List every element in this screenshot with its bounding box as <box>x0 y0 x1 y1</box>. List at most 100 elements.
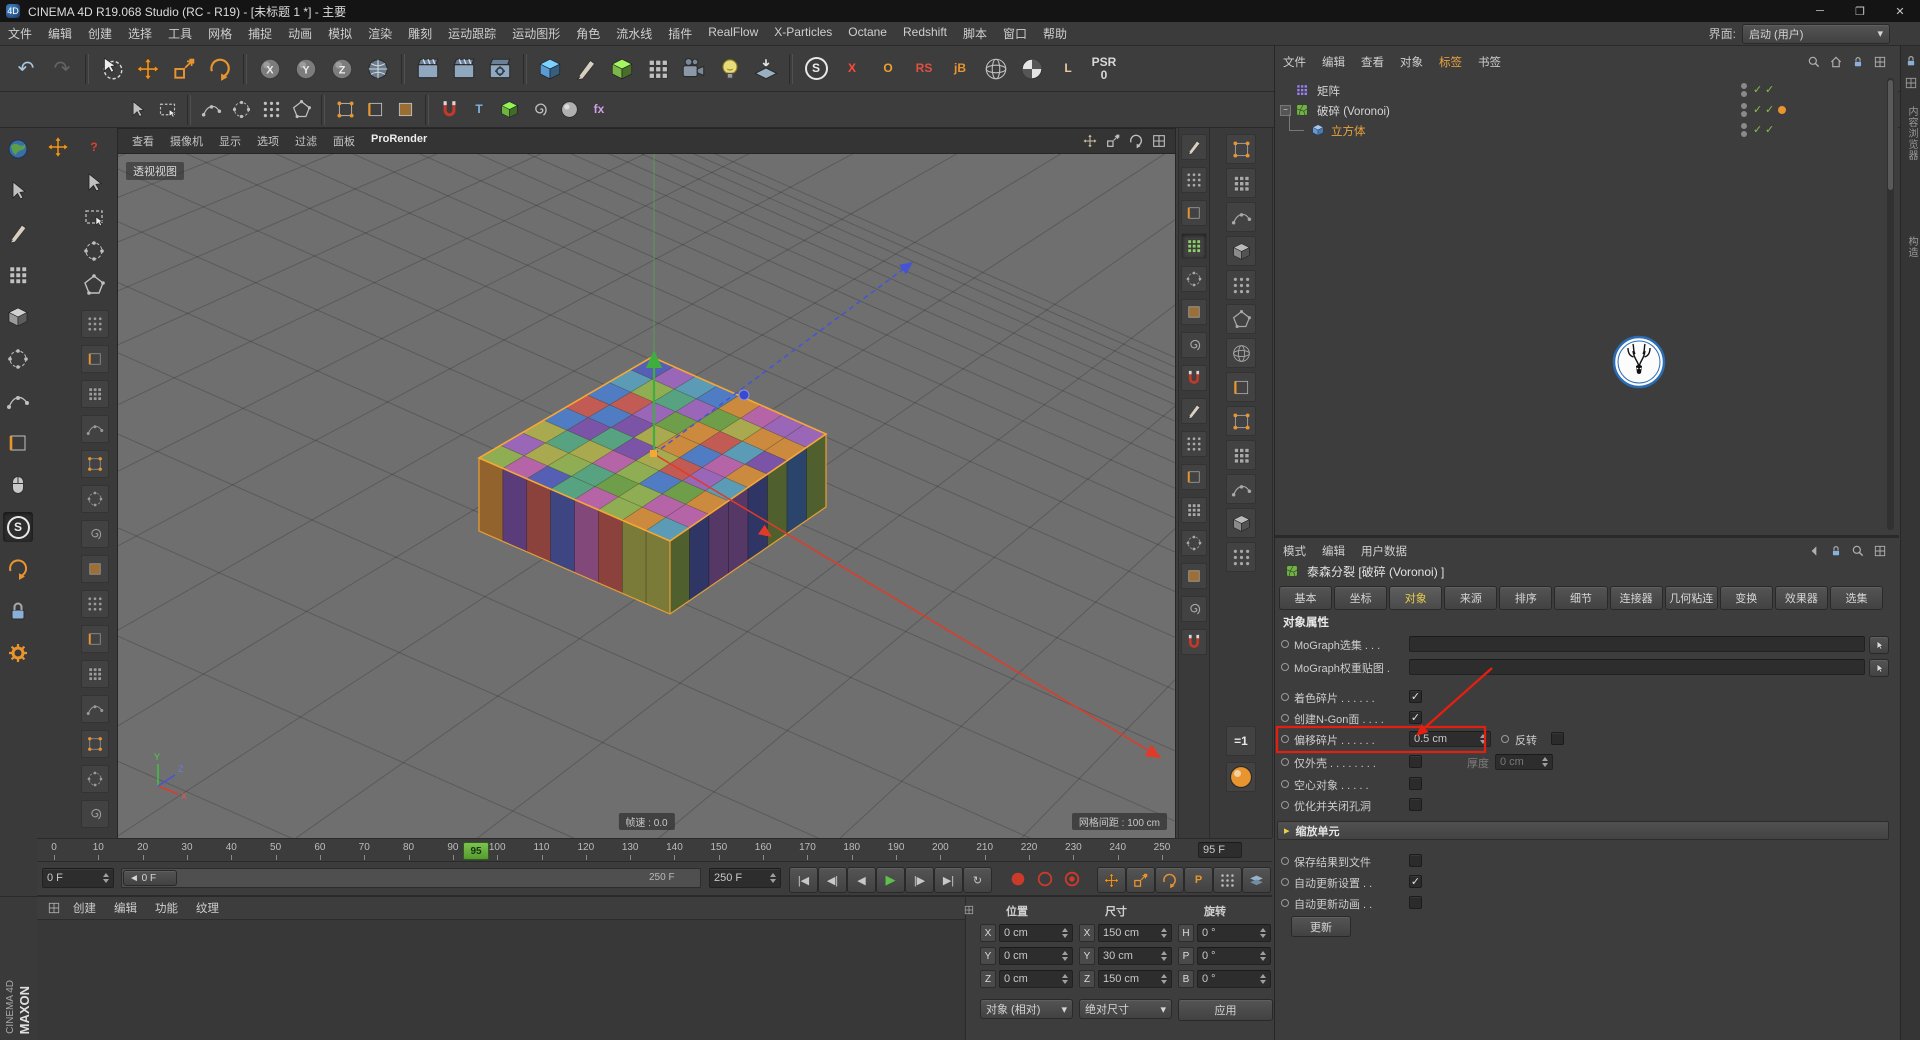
side-strip-icon[interactable] <box>1226 304 1256 334</box>
rotation-b-field[interactable]: 0 ° <box>1197 970 1271 988</box>
keyframe-dot[interactable] <box>1281 878 1289 886</box>
timeline-ruler[interactable]: 0 10 20 30 40 50 60 70 80 90 100 110 120 130 140 150 160… <box>37 838 1272 862</box>
auto-update-anim-checkbox[interactable] <box>1409 896 1422 909</box>
side-strip-icon[interactable] <box>1226 270 1256 300</box>
workplane-cube-icon[interactable] <box>494 95 524 125</box>
vp-zoom-icon[interactable] <box>1103 131 1123 151</box>
menubar-item-14[interactable]: 流水线 <box>608 25 660 42</box>
sketch-icon[interactable]: S <box>798 51 834 87</box>
palette-tile[interactable] <box>81 380 109 408</box>
record-scale-toggle[interactable] <box>1126 867 1155 893</box>
om-menu-item-5[interactable]: 书签 <box>1470 54 1509 70</box>
coords-size-select[interactable]: 绝对尺寸 ▾ <box>1079 999 1172 1019</box>
side-strip-icon[interactable] <box>1226 542 1256 572</box>
palette-tile[interactable] <box>81 415 109 443</box>
keyframe-dot[interactable] <box>1281 780 1289 788</box>
side-strip-icon[interactable] <box>1226 474 1256 504</box>
tab-排序[interactable]: 排序 <box>1499 586 1553 610</box>
object-row-voronoi[interactable]: − 破碎 (Voronoi) ✓ ✓ <box>1275 100 1891 120</box>
rotation-h-field[interactable]: 0 ° <box>1197 924 1271 942</box>
position-x-field[interactable]: 0 cm <box>999 924 1073 942</box>
menubar-item-12[interactable]: 运动图形 <box>504 25 568 42</box>
object-row-matrix[interactable]: 矩阵 ✓ ✓ <box>1275 80 1891 100</box>
thickness-field[interactable]: 0 cm <box>1495 754 1553 770</box>
viewport-menu-item-3[interactable]: 选项 <box>249 133 287 149</box>
panel-splitter[interactable] <box>1275 535 1899 538</box>
move-tool-icon[interactable] <box>130 51 166 87</box>
side-strip-icon[interactable] <box>1181 266 1207 292</box>
pointer-icon[interactable] <box>79 168 109 198</box>
object-name[interactable]: 立方体 <box>1331 123 1366 139</box>
palette-tile[interactable] <box>81 450 109 478</box>
dock-tab-1[interactable]: 构造 <box>1904 236 1919 258</box>
size-z-field[interactable]: 150 cm <box>1098 970 1172 988</box>
text-tool-icon[interactable]: T <box>464 95 494 125</box>
side-strip-icon[interactable] <box>1226 338 1256 368</box>
om-scrollbar-thumb[interactable] <box>1888 80 1893 190</box>
start-frame-field[interactable]: 0 F <box>42 868 114 888</box>
save-result-to-file-checkbox[interactable] <box>1409 854 1422 867</box>
range-start-handle[interactable]: ◄ 0 F <box>123 870 177 886</box>
keyframe-dot[interactable] <box>1281 714 1289 722</box>
size-x-field[interactable]: 150 cm <box>1098 924 1172 942</box>
library-icon[interactable]: L <box>1050 51 1086 87</box>
object-name[interactable]: 破碎 (Voronoi) <box>1317 103 1390 119</box>
preview-range-track[interactable] <box>121 868 701 888</box>
size-y-field[interactable]: 30 cm <box>1098 947 1172 965</box>
point-grid-icon[interactable] <box>256 95 286 125</box>
current-frame-marker[interactable]: 95 <box>463 842 490 860</box>
am-search-icon[interactable] <box>1849 542 1867 560</box>
rect-select-icon[interactable] <box>79 202 109 232</box>
lasso-select-icon[interactable] <box>79 236 109 266</box>
loop-button[interactable]: ↻ <box>963 867 992 893</box>
menubar-item-8[interactable]: 模拟 <box>320 25 360 42</box>
goto-start-button[interactable]: |◀ <box>789 867 818 893</box>
palette-tile[interactable] <box>81 590 109 618</box>
material-menu-item-3[interactable]: 纹理 <box>188 900 227 916</box>
redo-icon[interactable]: ↷ <box>44 51 80 87</box>
tab-坐标[interactable]: 坐标 <box>1334 586 1388 610</box>
record-pla-toggle[interactable] <box>1213 867 1242 893</box>
position-y-field[interactable]: 0 cm <box>999 947 1073 965</box>
gear-icon[interactable] <box>3 638 33 668</box>
visibility-dot-render[interactable] <box>1741 111 1747 117</box>
tab-几何粘连[interactable]: 几何粘连 <box>1664 586 1718 610</box>
sculpt-icon[interactable]: S <box>3 512 33 542</box>
palette-tile[interactable] <box>81 765 109 793</box>
side-strip-icon[interactable] <box>1181 134 1207 160</box>
keyframe-dot[interactable] <box>1501 735 1509 743</box>
menubar-item-16[interactable]: RealFlow <box>700 25 766 42</box>
polygons-mode-icon[interactable] <box>390 95 420 125</box>
record-keyframe-button[interactable] <box>1005 867 1030 891</box>
color-fragments-checkbox[interactable]: ✓ <box>1409 690 1422 703</box>
coords-burger-icon[interactable] <box>962 903 976 917</box>
visibility-dot-editor[interactable] <box>1741 103 1747 109</box>
goto-end-button[interactable]: ▶| <box>934 867 963 893</box>
link-picker-button[interactable] <box>1869 659 1889 677</box>
enabled-check[interactable]: ✓ <box>1765 83 1774 96</box>
menubar-item-5[interactable]: 网格 <box>200 25 240 42</box>
position-z-field[interactable]: 0 cm <box>999 970 1073 988</box>
enabled-check[interactable]: ✓ <box>1753 83 1762 96</box>
xpresso-icon[interactable]: fx <box>584 95 614 125</box>
x-axis-lock-icon[interactable]: X <box>252 51 288 87</box>
rotation-p-field[interactable]: 0 ° <box>1197 947 1271 965</box>
om-menu-item-1[interactable]: 编辑 <box>1314 54 1353 70</box>
vp-pan-icon[interactable] <box>1080 131 1100 151</box>
am-menu-item-1[interactable]: 编辑 <box>1314 543 1353 559</box>
side-strip-icon[interactable] <box>1181 530 1207 556</box>
keyframe-dot[interactable] <box>1281 801 1289 809</box>
side-strip-icon[interactable] <box>1226 168 1256 198</box>
render-settings-icon[interactable] <box>482 51 518 87</box>
am-panel-icon[interactable] <box>1871 542 1889 560</box>
side-strip-icon[interactable] <box>1181 167 1207 193</box>
menubar-item-17[interactable]: X-Particles <box>766 25 840 42</box>
side-strip-icon[interactable] <box>1181 200 1207 226</box>
maximize-button[interactable]: ❐ <box>1840 0 1880 22</box>
y-axis-lock-icon[interactable]: Y <box>288 51 324 87</box>
prev-key-button[interactable]: ◀| <box>818 867 847 893</box>
mouse-icon[interactable] <box>3 470 33 500</box>
dock-lock-icon[interactable] <box>1902 52 1920 70</box>
keyframe-dot[interactable] <box>1281 640 1289 648</box>
menubar-item-6[interactable]: 捕捉 <box>240 25 280 42</box>
